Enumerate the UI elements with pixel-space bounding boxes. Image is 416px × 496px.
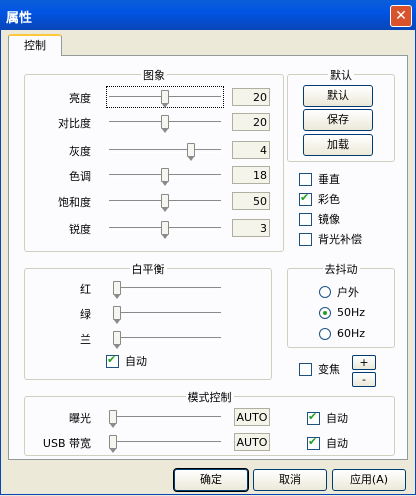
deflicker-radio-dot[interactable] <box>319 286 331 298</box>
wb-slider-label: 兰 <box>80 333 91 346</box>
option-label: 垂直 <box>318 173 340 186</box>
image-value-field[interactable]: 18 <box>232 166 270 184</box>
wb-slider-track <box>113 287 221 291</box>
deflicker-title: 去抖动 <box>322 263 360 276</box>
wb-slider[interactable] <box>111 328 223 349</box>
tab-control[interactable]: 控制 <box>8 34 62 56</box>
wb-slider-track <box>113 337 221 341</box>
white-balance-title: 白平衡 <box>129 263 167 276</box>
image-group-title: 图象 <box>141 69 167 82</box>
save-button[interactable]: 保存 <box>303 109 373 131</box>
image-slider-track <box>109 149 221 153</box>
mode-auto-checkbox[interactable]: 自动 <box>307 435 348 450</box>
image-slider[interactable] <box>107 112 223 133</box>
option-checkbox[interactable]: 背光补偿 <box>299 232 362 246</box>
option-checkbox-box[interactable] <box>299 191 312 206</box>
mode-value-field[interactable]: AUTO <box>234 408 270 426</box>
deflicker-radio[interactable]: 60Hz <box>319 327 365 340</box>
image-slider[interactable] <box>107 191 223 212</box>
mode-auto-box[interactable] <box>307 410 320 425</box>
wb-auto-checkbox[interactable]: 自动 <box>106 353 147 368</box>
mode-slider-track <box>109 416 221 420</box>
mode-row-label: USB 带宽 <box>42 437 91 450</box>
tab-page: 图象 默认 默认 保存 加载 白平衡 自动 去抖动 变焦 + - 模式控制 亮度… <box>8 55 408 460</box>
close-button[interactable]: ✕ <box>390 5 412 27</box>
wb-slider[interactable] <box>111 278 223 299</box>
image-slider-thumb[interactable] <box>161 194 169 212</box>
image-value-field[interactable]: 3 <box>232 219 270 237</box>
option-label: 背光补偿 <box>318 233 362 246</box>
wb-auto-box[interactable] <box>106 353 119 368</box>
mode-value-field[interactable]: AUTO <box>234 433 270 451</box>
image-slider-label: 色调 <box>69 170 91 183</box>
title-bar[interactable]: 属性 ✕ <box>0 0 416 30</box>
mode-slider-track <box>109 441 221 445</box>
image-slider-label: 饱和度 <box>58 196 91 209</box>
zoom-minus-button[interactable]: - <box>352 372 376 387</box>
deflicker-radio-dot[interactable] <box>319 306 331 319</box>
image-slider-label: 对比度 <box>58 117 91 130</box>
deflicker-radio-dot[interactable] <box>319 327 331 340</box>
mode-auto-checkbox[interactable]: 自动 <box>307 410 348 425</box>
mode-slider-thumb[interactable] <box>109 410 117 428</box>
image-slider-label: 亮度 <box>69 92 91 105</box>
zoom-plus-button[interactable]: + <box>352 355 376 370</box>
wb-slider-thumb[interactable] <box>113 331 121 349</box>
default-group-title: 默认 <box>328 69 354 82</box>
zoom-checkbox[interactable]: 变焦 <box>299 362 340 376</box>
wb-slider-label: 红 <box>80 283 91 296</box>
image-slider-label: 锐度 <box>69 223 91 236</box>
deflicker-radio[interactable]: 户外 <box>319 284 359 300</box>
window-title: 属性 <box>6 11 33 26</box>
mode-control-title: 模式控制 <box>185 391 234 404</box>
deflicker-label: 60Hz <box>337 327 366 340</box>
option-checkbox[interactable]: 彩色 <box>299 191 340 206</box>
image-slider[interactable] <box>107 165 223 186</box>
option-label: 镜像 <box>318 213 340 226</box>
option-checkbox-box[interactable] <box>299 212 312 226</box>
zoom-label: 变焦 <box>318 363 340 376</box>
image-value-field[interactable]: 50 <box>232 192 270 210</box>
wb-slider-label: 绿 <box>80 308 91 321</box>
image-value-field[interactable]: 20 <box>232 88 270 106</box>
wb-slider-thumb[interactable] <box>113 306 121 324</box>
deflicker-label: 户外 <box>337 286 359 299</box>
mode-auto-label: 自动 <box>326 412 348 425</box>
mode-auto-label: 自动 <box>326 437 348 450</box>
mode-slider-thumb[interactable] <box>109 435 117 453</box>
zoom-box[interactable] <box>299 362 312 376</box>
mode-auto-box[interactable] <box>307 435 320 450</box>
default-button[interactable]: 默认 <box>303 85 373 107</box>
image-value-field[interactable]: 20 <box>232 113 270 131</box>
image-slider-thumb[interactable] <box>187 143 195 161</box>
option-checkbox[interactable]: 垂直 <box>299 172 340 186</box>
deflicker-radio[interactable]: 50Hz <box>319 306 365 319</box>
cancel-button[interactable]: 取消 <box>253 469 327 491</box>
wb-slider-thumb[interactable] <box>113 281 121 299</box>
wb-slider-track <box>113 312 221 316</box>
image-slider-thumb[interactable] <box>161 90 169 108</box>
option-checkbox-box[interactable] <box>299 232 312 246</box>
image-slider-thumb[interactable] <box>161 115 169 133</box>
image-value-field[interactable]: 4 <box>232 141 270 159</box>
image-slider[interactable] <box>106 86 224 108</box>
wb-slider[interactable] <box>111 303 223 324</box>
option-label: 彩色 <box>318 193 340 206</box>
mode-row-label: 曝光 <box>69 412 91 425</box>
image-slider-thumb[interactable] <box>161 221 169 239</box>
load-button[interactable]: 加载 <box>303 134 373 156</box>
ok-button[interactable]: 确定 <box>173 468 249 492</box>
mode-slider[interactable] <box>107 407 223 428</box>
option-checkbox-box[interactable] <box>299 172 312 186</box>
image-slider-thumb[interactable] <box>161 168 169 186</box>
apply-button[interactable]: 应用(A) <box>332 469 406 491</box>
mode-slider[interactable] <box>107 432 223 453</box>
wb-auto-label: 自动 <box>125 355 147 368</box>
image-slider-label: 灰度 <box>69 145 91 158</box>
image-slider[interactable] <box>107 218 223 239</box>
image-slider[interactable] <box>107 140 223 161</box>
deflicker-label: 50Hz <box>337 306 366 319</box>
option-checkbox[interactable]: 镜像 <box>299 212 340 226</box>
